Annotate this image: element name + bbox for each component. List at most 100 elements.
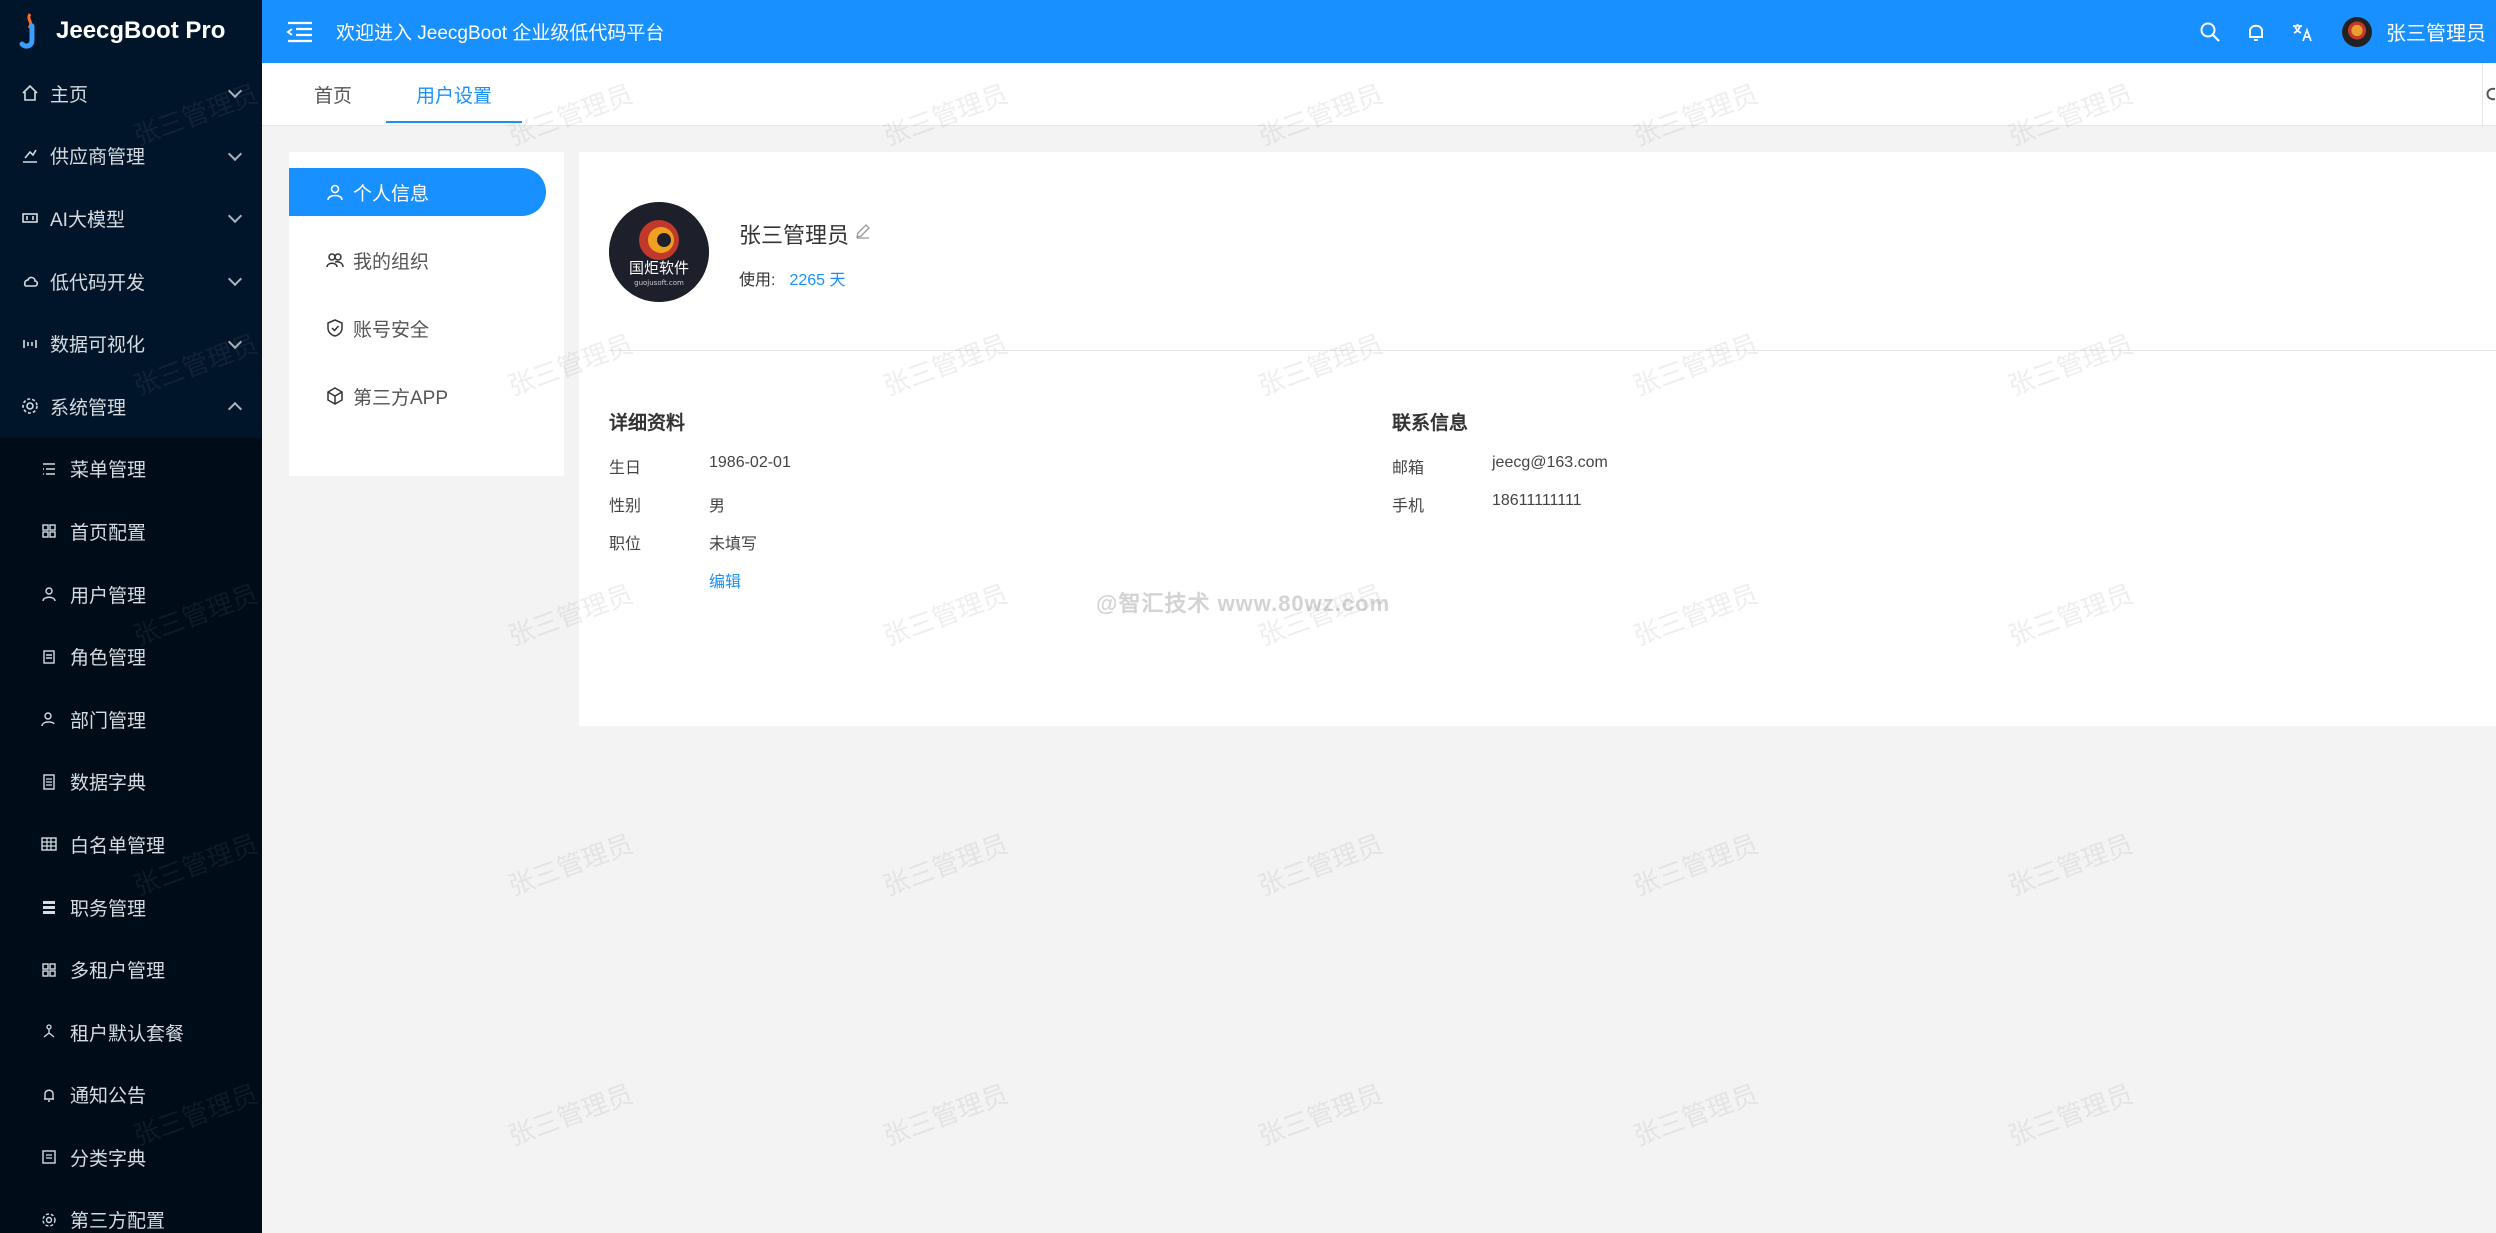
user-icon — [40, 585, 58, 603]
sidebar-subitem-tenants[interactable]: 多租户管理 — [0, 938, 262, 1001]
settings-nav-label: 个人信息 — [353, 183, 430, 205]
birthday-label: 生日 — [609, 460, 642, 477]
sidebar-subitem-home-config[interactable]: 首页配置 — [0, 500, 262, 563]
email-label: 邮箱 — [1392, 460, 1425, 477]
sidebar-item-label: 白名单管理 — [70, 835, 166, 857]
role-icon — [40, 648, 58, 666]
sidebar-subitem-positions[interactable]: 职务管理 — [0, 876, 262, 939]
sidebar-subitem-dict[interactable]: 数据字典 — [0, 751, 262, 814]
sidebar-subitem-depts[interactable]: 部门管理 — [0, 688, 262, 751]
avatar-brand-subtext: guojusoft.com — [634, 279, 684, 287]
dict-icon — [40, 773, 58, 791]
gender-value: 男 — [709, 498, 726, 515]
tab-home[interactable]: 首页 — [314, 63, 352, 126]
watermark-text: 张三管理员 — [1629, 828, 1762, 902]
sidebar-item-label: 职务管理 — [70, 898, 147, 920]
search-icon[interactable] — [2198, 20, 2222, 44]
tab-label: 首页 — [314, 86, 353, 107]
sidebar-subitem-tenant-pack[interactable]: 租户默认套餐 — [0, 1001, 262, 1064]
settings-nav: 个人信息 我的组织 账号安全 第三方APP — [289, 152, 564, 476]
watermark-text: 张三管理员 — [504, 828, 637, 902]
watermark-text: 张三管理员 — [504, 1078, 637, 1152]
sidebar-submenu: 菜单管理 首页配置 用户管理 角色管理 部门管理 数据字典 白名单管理 职务管理… — [0, 437, 262, 1233]
sidebar-item-system[interactable]: 系统管理 — [0, 375, 262, 438]
sidebar-subitem-menu[interactable]: 菜单管理 — [0, 438, 262, 501]
tab-user-settings[interactable]: 用户设置 — [386, 63, 523, 126]
avatar[interactable] — [2342, 16, 2372, 47]
sidebar-item-label: 第三方配置 — [70, 1211, 166, 1233]
sidebar-item-label: 租户默认套餐 — [70, 1023, 185, 1045]
sidebar-item-label: 首页配置 — [70, 522, 147, 544]
usage-days: 使用: 2265 天 — [739, 266, 846, 290]
settings-nav-security[interactable]: 账号安全 — [289, 304, 546, 352]
sidebar-item-ai[interactable]: AI大模型 — [0, 187, 262, 250]
contact-title: 联系信息 — [1392, 413, 1469, 434]
gender-label: 性别 — [609, 498, 642, 515]
phone-label: 手机 — [1392, 498, 1425, 515]
supplier-icon — [20, 146, 40, 166]
profile-name: 张三管理员 — [739, 223, 850, 248]
settings-nav-third-party[interactable]: 第三方APP — [289, 372, 546, 420]
edit-details-link[interactable]: 编辑 — [709, 568, 741, 592]
sidebar-item-label: 部门管理 — [70, 710, 147, 732]
bell-icon[interactable] — [2244, 20, 2268, 44]
sidebar-item-supplier[interactable]: 供应商管理 — [0, 125, 262, 188]
sidebar-item-dataviz[interactable]: 数据可视化 — [0, 312, 262, 375]
sidebar-item-label: 分类字典 — [70, 1148, 147, 1170]
sidebar-item-label: 通知公告 — [70, 1086, 147, 1108]
header-actions: 张三管理员 — [2198, 0, 2496, 63]
sidebar-item-label: AI大模型 — [50, 209, 125, 231]
tree-icon — [40, 1023, 58, 1041]
sidebar-item-label: 多租户管理 — [70, 961, 166, 983]
sidebar-subitem-roles[interactable]: 角色管理 — [0, 625, 262, 688]
cloud-icon — [20, 271, 40, 291]
settings-nav-org[interactable]: 我的组织 — [289, 236, 546, 284]
refresh-icon[interactable] — [2482, 63, 2496, 126]
logo-bar[interactable]: JeecgBoot Pro — [0, 0, 262, 62]
bell-icon — [40, 1086, 58, 1104]
user-name[interactable]: 张三管理员 — [2386, 17, 2486, 46]
sidebar-item-home[interactable]: 主页 — [0, 62, 262, 125]
settings-nav-label: 账号安全 — [353, 319, 430, 341]
tab-label: 用户设置 — [416, 86, 493, 107]
watermark-text: 张三管理员 — [1254, 1078, 1387, 1152]
chevron-down-icon — [227, 272, 243, 287]
edit-icon[interactable] — [854, 222, 872, 240]
watermark-text: 张三管理员 — [879, 1078, 1012, 1152]
sidebar-item-lowcode[interactable]: 低代码开发 — [0, 250, 262, 313]
profile-avatar[interactable]: 国炬软件 guojusoft.com — [609, 202, 709, 302]
dept-icon — [40, 710, 58, 728]
usage-label: 使用: — [739, 272, 776, 289]
birthday-value: 1986-02-01 — [709, 454, 791, 471]
menu-list-icon — [40, 460, 58, 478]
watermark-text: 张三管理员 — [879, 828, 1012, 902]
app-title: JeecgBoot Pro — [56, 17, 226, 44]
chevron-up-icon — [227, 402, 243, 417]
translate-icon[interactable] — [2290, 20, 2314, 44]
sidebar: JeecgBoot Pro 主页 供应商管理 AI大模型 低代码开发 数据可视化… — [0, 0, 262, 1233]
watermark-text: 张三管理员 — [2004, 1078, 2137, 1152]
menu-fold-icon[interactable] — [286, 20, 314, 44]
gear-icon — [40, 1211, 58, 1229]
details-title: 详细资料 — [609, 413, 686, 434]
category-icon — [40, 1148, 58, 1166]
phone-value: 18611111111 — [1492, 492, 1582, 509]
position-label: 职位 — [609, 536, 642, 553]
sidebar-subitem-third-party[interactable]: 第三方配置 — [0, 1189, 262, 1233]
email-value: jeecg@163.com — [1492, 454, 1608, 471]
sidebar-subitem-users[interactable]: 用户管理 — [0, 563, 262, 626]
sidebar-subitem-whitelist[interactable]: 白名单管理 — [0, 813, 262, 876]
table-icon — [40, 835, 58, 853]
sidebar-subitem-notice[interactable]: 通知公告 — [0, 1064, 262, 1127]
sidebar-item-label: 供应商管理 — [50, 147, 146, 169]
home-icon — [20, 83, 40, 103]
sidebar-subitem-category[interactable]: 分类字典 — [0, 1126, 262, 1189]
settings-nav-label: 第三方APP — [353, 387, 449, 409]
chevron-down-icon — [227, 334, 243, 349]
profile-card: 国炬软件 guojusoft.com 张三管理员 使用: 2265 天 详细资料 … — [579, 152, 2496, 726]
usage-value: 2265 天 — [789, 272, 846, 289]
sidebar-item-label: 数据可视化 — [50, 335, 146, 357]
divider — [609, 350, 2496, 351]
shield-icon — [325, 318, 345, 338]
settings-nav-profile[interactable]: 个人信息 — [289, 168, 546, 216]
